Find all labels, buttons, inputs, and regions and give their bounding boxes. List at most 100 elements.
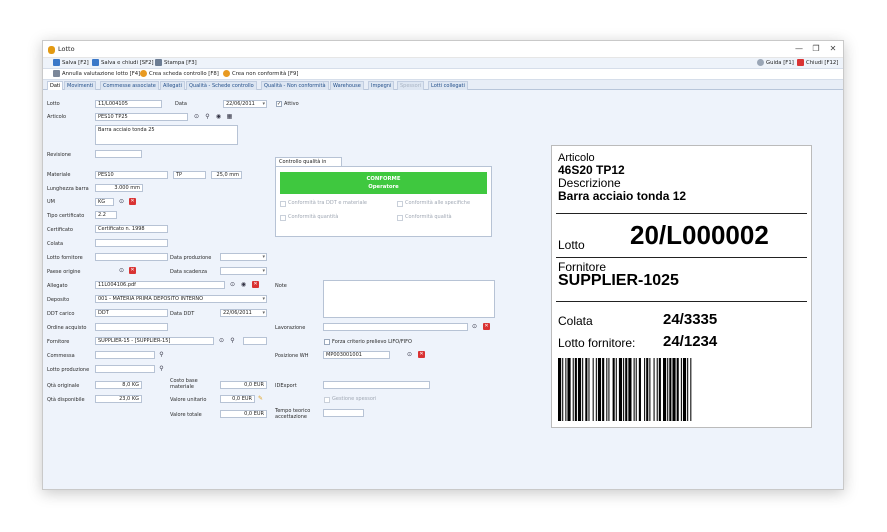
search-icon[interactable]: ⚲ (158, 365, 165, 372)
binoculars-icon[interactable]: ⊙ (406, 351, 413, 358)
lavorazione-field[interactable] (323, 323, 468, 331)
forza-lifo-checkbox[interactable] (324, 339, 330, 345)
window-title: Lotto (58, 45, 75, 53)
diametro-field[interactable]: 25,0 mm (211, 171, 242, 179)
pencil-icon[interactable]: ✎ (257, 395, 264, 402)
data-label: Data (175, 101, 187, 107)
um-field[interactable]: KG (95, 198, 114, 206)
lunghezza-field[interactable]: 3.000 mm (95, 184, 143, 192)
colata-field[interactable] (95, 239, 168, 247)
data-field[interactable]: 22/06/2011 (223, 100, 267, 108)
posizione-field[interactable]: MP003001001 (323, 351, 390, 359)
barcode-bar (653, 358, 655, 421)
qc-tab[interactable]: Controllo qualità in accettazione (275, 157, 342, 173)
close-button[interactable]: ✕ (826, 43, 840, 55)
tab-movimenti[interactable]: Movimenti (64, 81, 97, 90)
tipo-certificato-field[interactable]: 2.2 (95, 211, 117, 219)
cancel-evaluation-icon (53, 70, 60, 77)
tab-lotti-collegati[interactable]: Lotti collegati (428, 81, 468, 90)
barcode-bar (606, 358, 608, 421)
qc-checkbox-4 (397, 215, 403, 221)
valore-totale-field[interactable]: 0,0 EUR (220, 410, 267, 418)
idexport-field[interactable] (323, 381, 430, 389)
binoculars-icon[interactable]: ⊙ (193, 113, 200, 120)
fornitore-extra-field[interactable] (243, 337, 267, 345)
note-textarea[interactable] (323, 280, 495, 318)
tab-impegni[interactable]: Impegni (368, 81, 395, 90)
label-divider (556, 301, 807, 302)
qta-disponibile-field[interactable]: 23,0 KG (95, 395, 142, 403)
close-form-button[interactable]: Chiudi [F12] (797, 59, 838, 68)
create-nonconformity-button[interactable]: Crea non conformità [F9] (223, 70, 298, 79)
materiale-label: Materiale (47, 172, 71, 178)
materiale-field[interactable]: PES10 (95, 171, 168, 179)
view-icon[interactable]: ◉ (215, 113, 222, 120)
certificato-field[interactable]: Certificato n. 1998 (95, 225, 168, 233)
tab-commesse[interactable]: Commesse associate (100, 81, 159, 90)
delete-icon[interactable]: ✕ (483, 323, 490, 330)
create-check-sheet-button[interactable]: Crea scheda controllo [F8] (140, 70, 219, 79)
descrizione-field[interactable]: Barra acciaio tonda 25 (95, 125, 238, 145)
ordine-label: Ordine acquisto (47, 325, 87, 331)
search-icon[interactable]: ⚲ (204, 113, 211, 120)
lotto-field[interactable]: 11/L004105 (95, 100, 162, 108)
barcode-bar (572, 358, 574, 421)
label-divider (556, 213, 807, 214)
barcode-bar (667, 358, 669, 421)
save-button[interactable]: Salva [F2] (53, 59, 89, 68)
barcode-bar (687, 358, 689, 421)
search-icon[interactable]: ⚲ (229, 337, 236, 344)
deposito-select[interactable]: 001 - MATERIA PRIMA DEPOSITO INTERNO (95, 295, 267, 303)
calculator-icon[interactable]: ▦ (226, 113, 233, 120)
binoculars-icon[interactable]: ⊙ (471, 323, 478, 330)
valore-unitario-field[interactable]: 0,0 EUR (220, 395, 255, 403)
tab-allegati[interactable]: Allegati (160, 81, 185, 90)
allegato-field[interactable]: 11L004106.pdf (95, 281, 225, 289)
label-descrizione-value: Barra acciaio tonda 12 (558, 189, 687, 203)
attivo-checkbox[interactable]: ✓ (276, 101, 282, 107)
data-produzione-field[interactable] (220, 253, 267, 261)
lotto-label: Lotto (47, 101, 60, 107)
view-icon[interactable]: ◉ (240, 281, 247, 288)
qc-label-2: Conformità alle specifiche (405, 200, 471, 206)
commessa-field[interactable] (95, 351, 155, 359)
data-ddt-field[interactable]: 22/06/2011 (220, 309, 267, 317)
costo-base-field[interactable]: 0,0 EUR (220, 381, 267, 389)
tab-non-conformita[interactable]: Qualità - Non conformità (261, 81, 329, 90)
binoculars-icon[interactable]: ⊙ (218, 337, 225, 344)
barcode-bar (644, 358, 646, 421)
lotto-produzione-field[interactable] (95, 365, 155, 373)
barcode-bar (649, 358, 651, 421)
tab-dati[interactable]: Dati (47, 81, 64, 90)
search-icon[interactable]: ⚲ (158, 351, 165, 358)
save-close-button[interactable]: Salva e chiudi [SF2] (92, 59, 154, 68)
ddt-field[interactable]: DDT (95, 309, 168, 317)
qta-originale-field[interactable]: 8,0 KG (95, 381, 142, 389)
minimize-button[interactable]: — (792, 43, 806, 55)
binoculars-icon[interactable]: ⊙ (118, 198, 125, 205)
delete-icon[interactable]: ✕ (129, 267, 136, 274)
tab-warehouse[interactable]: Warehouse (330, 81, 364, 90)
delete-icon[interactable]: ✕ (418, 351, 425, 358)
binoculars-icon[interactable]: ⊙ (118, 267, 125, 274)
tempo-field[interactable] (323, 409, 364, 417)
help-button[interactable]: Guida [F1] (757, 59, 794, 68)
tab-schede-controllo[interactable]: Qualità - Schede controllo (186, 81, 257, 90)
delete-icon[interactable]: ✕ (252, 281, 259, 288)
forza-lifo-label: Forza criterio prelievo LIFO/FIFO (332, 339, 412, 345)
cancel-evaluation-button[interactable]: Annulla valutazione lotto [F4] (53, 70, 140, 79)
barcode-bar (682, 358, 687, 421)
form-area: Lotto 11/L004105 Data 22/06/2011 ✓ Attiv… (43, 90, 843, 489)
fornitore-field[interactable]: SUPPLIER-15 - [SUPPLIER-15] (95, 337, 214, 345)
articolo-field[interactable]: PES10 TP25 (95, 113, 188, 121)
data-scadenza-field[interactable] (220, 267, 267, 275)
delete-icon[interactable]: ✕ (129, 198, 136, 205)
ordine-field[interactable] (95, 323, 168, 331)
binoculars-icon[interactable]: ⊙ (229, 281, 236, 288)
revisione-field[interactable] (95, 150, 142, 158)
print-button[interactable]: Stampa [F3] (155, 59, 197, 68)
lotto-fornitore-field[interactable] (95, 253, 168, 261)
barcode-bar (597, 358, 602, 421)
tp-field[interactable]: TP (173, 171, 206, 179)
maximize-button[interactable]: ❐ (809, 43, 823, 55)
